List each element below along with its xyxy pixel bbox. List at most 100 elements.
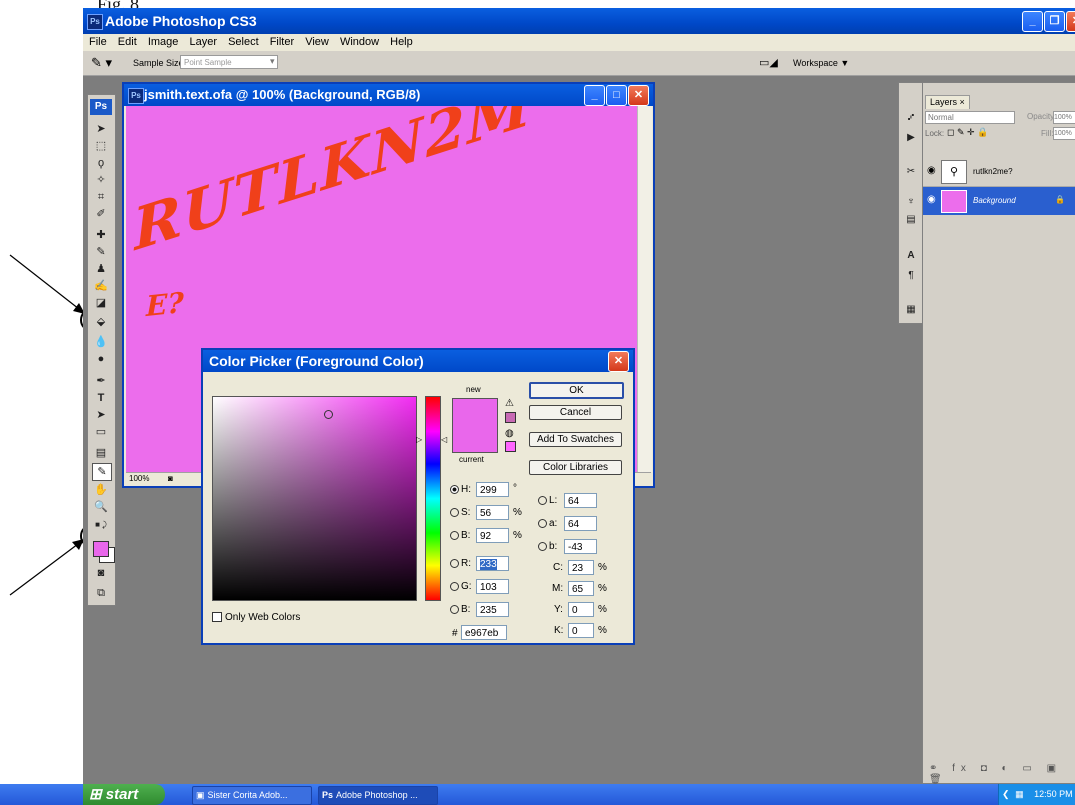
- current-color-swatch[interactable]: [452, 425, 498, 453]
- color-libraries-button[interactable]: Color Libraries: [529, 460, 622, 475]
- cancel-button[interactable]: Cancel: [529, 405, 622, 420]
- b-radio[interactable]: B:: [450, 530, 470, 541]
- dodge-tool-icon[interactable]: ●: [92, 351, 110, 367]
- character-panel-icon[interactable]: A: [903, 249, 919, 263]
- paint-bucket-tool-icon[interactable]: ⬙: [92, 314, 110, 330]
- lock-icons[interactable]: ◻ ✎ ✛ 🔒: [947, 127, 988, 138]
- ok-button[interactable]: OK: [529, 382, 624, 399]
- document-restore-button[interactable]: □: [606, 85, 627, 106]
- r-field[interactable]: 233: [476, 556, 509, 571]
- l-radio[interactable]: L:: [538, 495, 557, 506]
- network-icon[interactable]: ▦: [1015, 789, 1024, 799]
- screen-mode-icon[interactable]: ⧉: [92, 585, 110, 601]
- lasso-tool-icon[interactable]: ϙ: [92, 155, 110, 171]
- taskbar-button-sister-corita[interactable]: ▣ Sister Corita Adob...: [192, 786, 312, 805]
- a-field[interactable]: 64: [564, 516, 597, 531]
- blend-mode-select[interactable]: Normal: [925, 111, 1015, 124]
- layer-panel-footer-icons[interactable]: ⚭ fx ◘ ◐ ▭ ▣ 🗑: [929, 763, 1075, 785]
- eraser-tool-icon[interactable]: ◪: [92, 295, 110, 311]
- menu-filter[interactable]: Filter: [270, 36, 294, 48]
- blue-field[interactable]: 235: [476, 602, 509, 617]
- magic-wand-tool-icon[interactable]: ✧: [92, 172, 110, 188]
- tray-arrow-icon[interactable]: ❮: [1002, 789, 1010, 799]
- h-radio[interactable]: H:: [450, 484, 471, 495]
- eyedropper-tool-icon[interactable]: ✎: [92, 463, 112, 481]
- lab-b-field[interactable]: -43: [564, 539, 597, 554]
- zoom-level[interactable]: 100%: [129, 473, 149, 485]
- paragraph-panel-icon[interactable]: ¶: [903, 269, 919, 283]
- document-close-button[interactable]: ✕: [628, 85, 649, 106]
- history-brush-tool-icon[interactable]: ✍: [92, 278, 110, 294]
- y-field[interactable]: 0: [568, 602, 594, 617]
- layer-name[interactable]: rutlkn2me?: [973, 167, 1013, 176]
- layers-tab[interactable]: Layers ×: [925, 95, 970, 109]
- healing-brush-tool-icon[interactable]: ✚: [92, 227, 110, 243]
- marquee-tool-icon[interactable]: ⬚: [92, 138, 110, 154]
- c-field[interactable]: 23: [568, 560, 594, 575]
- saturation-brightness-field[interactable]: [212, 396, 417, 601]
- only-web-colors-checkbox[interactable]: Only Web Colors: [212, 612, 300, 623]
- hex-field[interactable]: e967eb: [461, 625, 507, 640]
- web-safe-color-swatch[interactable]: [505, 441, 516, 452]
- menu-file[interactable]: File: [89, 36, 107, 48]
- color-selector-circle[interactable]: [324, 410, 333, 419]
- blur-tool-icon[interactable]: 💧: [92, 334, 110, 350]
- s-radio[interactable]: S:: [450, 507, 470, 518]
- k-field[interactable]: 0: [568, 623, 594, 638]
- add-to-swatches-button[interactable]: Add To Swatches: [529, 432, 622, 447]
- status-info-icon[interactable]: ◙: [168, 473, 173, 485]
- layer-comps-panel-icon[interactable]: ▤: [903, 213, 919, 227]
- web-safe-warning-icon[interactable]: ◍: [505, 428, 514, 439]
- slice-tool-icon[interactable]: ✐: [92, 206, 110, 222]
- tool-presets-panel-icon[interactable]: ✂: [903, 165, 919, 179]
- brightness-field[interactable]: 92: [476, 528, 509, 543]
- out-of-gamut-warning-icon[interactable]: ⚠: [505, 398, 514, 409]
- close-button[interactable]: ✕: [1066, 11, 1075, 32]
- l-field[interactable]: 64: [564, 493, 597, 508]
- m-field[interactable]: 65: [568, 581, 594, 596]
- path-selection-tool-icon[interactable]: ➤: [92, 407, 110, 423]
- lab-b-radio[interactable]: b:: [538, 541, 557, 552]
- quick-mask-icon[interactable]: ◙: [92, 565, 110, 581]
- fill-field[interactable]: 100%: [1053, 127, 1075, 140]
- document-vertical-scrollbar[interactable]: [637, 106, 652, 472]
- swap-colors-icon[interactable]: ■ ⤸: [92, 517, 110, 533]
- g-field[interactable]: 103: [476, 579, 509, 594]
- notes-tool-icon[interactable]: ▤: [92, 445, 110, 461]
- menu-select[interactable]: Select: [228, 36, 259, 48]
- menu-view[interactable]: View: [305, 36, 329, 48]
- opacity-field[interactable]: 100%: [1053, 111, 1075, 124]
- visibility-eye-icon[interactable]: ◉: [927, 194, 936, 205]
- eyedropper-preset-icon[interactable]: ✎ ▾: [91, 55, 112, 71]
- bridge-icon[interactable]: ▭◢: [759, 56, 778, 69]
- menu-window[interactable]: Window: [340, 36, 379, 48]
- hue-slider-right-arrow-icon[interactable]: ◁: [441, 435, 447, 444]
- menu-edit[interactable]: Edit: [118, 36, 137, 48]
- menu-help[interactable]: Help: [390, 36, 413, 48]
- s-field[interactable]: 56: [476, 505, 509, 520]
- pen-tool-icon[interactable]: ✒: [92, 373, 110, 389]
- hue-slider-left-arrow-icon[interactable]: ▷: [416, 435, 422, 444]
- maximize-button[interactable]: ❐: [1044, 11, 1065, 32]
- taskbar-button-photoshop[interactable]: Ps Adobe Photoshop ...: [318, 786, 438, 805]
- h-field[interactable]: 299: [476, 482, 509, 497]
- layer-row[interactable]: ◉ ⚲ rutlkn2me?: [923, 158, 1075, 187]
- clone-stamp-tool-icon[interactable]: ♟: [92, 261, 110, 277]
- color-picker-close-button[interactable]: ✕: [608, 351, 629, 372]
- zoom-tool-icon[interactable]: 🔍: [92, 499, 110, 515]
- brushes-panel-icon[interactable]: ⑇: [903, 111, 919, 125]
- minimize-button[interactable]: _: [1022, 11, 1043, 32]
- document-minimize-button[interactable]: _: [584, 85, 605, 106]
- blue-radio[interactable]: B:: [450, 604, 470, 615]
- layer-row-selected[interactable]: ◉ Background 🔒: [923, 187, 1075, 215]
- sample-size-chevron-down-icon[interactable]: ▾: [270, 56, 275, 67]
- gamut-color-swatch[interactable]: [505, 412, 516, 423]
- brush-tool-icon[interactable]: ✎: [92, 244, 110, 260]
- notes-panel-icon[interactable]: ▦: [903, 303, 919, 317]
- hue-slider[interactable]: [425, 396, 441, 601]
- type-tool-icon[interactable]: T: [92, 390, 110, 406]
- crop-tool-icon[interactable]: ⌗: [92, 189, 110, 205]
- hand-tool-icon[interactable]: ✋: [92, 482, 110, 498]
- layer-name[interactable]: Background: [973, 196, 1016, 205]
- a-radio[interactable]: a:: [538, 518, 557, 529]
